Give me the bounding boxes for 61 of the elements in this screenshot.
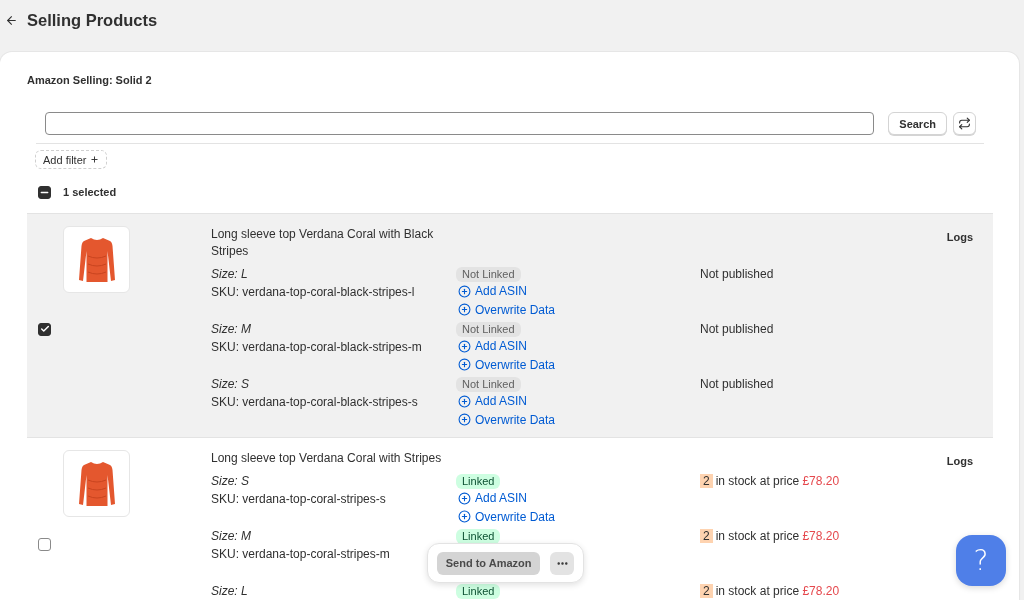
- variant-sku: SKU: verdana-top-coral-black-stripes-l: [211, 284, 415, 301]
- plus-circle-icon: [458, 394, 471, 408]
- link-status-badge: Not Linked: [456, 377, 521, 392]
- stock-status: 2 in stock at price £78.20: [700, 473, 840, 490]
- link-status-badge: Linked: [456, 474, 501, 489]
- add-filter-button[interactable]: Add filter: [35, 150, 108, 169]
- link-status-badge: Linked: [456, 584, 501, 599]
- variant-size: Size: M: [211, 528, 251, 545]
- action-link[interactable]: Overwrite Data: [458, 300, 556, 319]
- plus-circle-icon: [458, 303, 471, 317]
- plus-circle-icon: [458, 284, 471, 298]
- shirt-drawing: [78, 459, 115, 508]
- link-status-badge: Not Linked: [456, 322, 521, 337]
- plus-circle-icon: [458, 413, 471, 427]
- variant-size: Size: L: [211, 266, 248, 283]
- help-button[interactable]: ?: [956, 535, 1006, 586]
- variant-size: Size: S: [211, 473, 249, 490]
- stock-status: 2 in stock at price £78.20: [700, 528, 840, 545]
- plus-circle-icon: [458, 510, 471, 524]
- back-arrow-icon: [5, 13, 18, 27]
- more-button[interactable]: [550, 551, 574, 575]
- page-title: Selling Products: [27, 11, 158, 29]
- action-link[interactable]: Overwrite Data: [458, 507, 556, 526]
- row-checkbox[interactable]: [38, 538, 51, 551]
- variant-size: Size: S: [211, 376, 249, 393]
- plus-icon: [90, 155, 100, 164]
- variant-sku: SKU: verdana-top-coral-black-stripes-s: [211, 394, 418, 411]
- search-button[interactable]: Search: [888, 112, 947, 135]
- variant-size: Size: L: [211, 583, 248, 600]
- listing-status: Not published: [700, 321, 774, 338]
- action-link[interactable]: Add ASIN: [458, 282, 528, 301]
- link-status-badge: Not Linked: [456, 267, 521, 282]
- product-title: Long sleeve top Verdana Coral with Stripes: [211, 450, 443, 467]
- action-link[interactable]: Add ASIN: [458, 392, 528, 411]
- variant-sku: SKU: verdana-top-coral-black-stripes-m: [211, 339, 422, 356]
- row-checkbox[interactable]: [38, 322, 51, 336]
- variant-size: Size: M: [211, 321, 251, 338]
- search-field[interactable]: [45, 112, 875, 135]
- shirt-drawing: [78, 235, 115, 284]
- plus-circle-icon: [458, 358, 471, 372]
- variant-sku: SKU: verdana-top-coral-stripes-s: [211, 491, 386, 508]
- refresh-button[interactable]: [953, 112, 976, 135]
- select-all-checkbox[interactable]: [38, 186, 51, 199]
- plus-circle-icon: [458, 339, 471, 353]
- selection-count: 1 selected: [63, 186, 117, 199]
- variant-sku: SKU: verdana-top-coral-stripes-m: [211, 546, 390, 563]
- plus-circle-icon: [458, 491, 471, 505]
- send-to-amazon-button[interactable]: Send to Amazon: [437, 551, 541, 575]
- action-link[interactable]: Overwrite Data: [458, 410, 556, 429]
- action-link[interactable]: Add ASIN: [458, 489, 528, 508]
- action-link[interactable]: Overwrite Data: [458, 355, 556, 374]
- product-title: Long sleeve top Verdana Coral with Black Stripes: [211, 226, 435, 260]
- repeat-icon: [958, 117, 971, 130]
- logs-link[interactable]: Logs: [946, 455, 973, 468]
- checkmark-icon: [39, 324, 50, 334]
- logs-link[interactable]: Logs: [946, 231, 973, 244]
- stock-status: 2 in stock at price £78.20: [700, 583, 840, 600]
- listing-status: Not published: [700, 266, 774, 283]
- card-title: Amazon Selling: Solid 2: [27, 74, 152, 87]
- action-link[interactable]: Add ASIN: [458, 337, 528, 356]
- listing-status: Not published: [700, 376, 774, 393]
